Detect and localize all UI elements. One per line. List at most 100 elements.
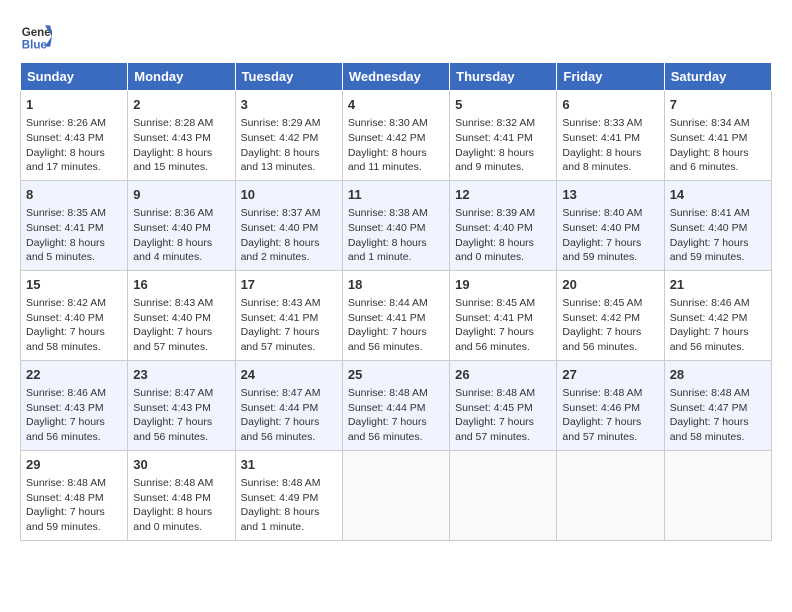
calendar-cell: 9Sunrise: 8:36 AMSunset: 4:40 PMDaylight… (128, 180, 235, 270)
day-number: 14 (670, 186, 766, 204)
day-info: Sunset: 4:43 PM (26, 131, 122, 146)
logo: General Blue (20, 20, 56, 52)
logo-icon: General Blue (20, 20, 52, 52)
day-number: 24 (241, 366, 337, 384)
calendar-cell: 18Sunrise: 8:44 AMSunset: 4:41 PMDayligh… (342, 270, 449, 360)
day-number: 31 (241, 456, 337, 474)
day-number: 25 (348, 366, 444, 384)
day-info: Daylight: 8 hours and 17 minutes. (26, 146, 122, 175)
day-info: Daylight: 7 hours and 56 minutes. (455, 325, 551, 354)
calendar-cell: 14Sunrise: 8:41 AMSunset: 4:40 PMDayligh… (664, 180, 771, 270)
day-info: Sunset: 4:41 PM (562, 131, 658, 146)
calendar-cell (342, 450, 449, 540)
day-info: Sunrise: 8:35 AM (26, 206, 122, 221)
calendar-cell: 20Sunrise: 8:45 AMSunset: 4:42 PMDayligh… (557, 270, 664, 360)
day-info: Sunrise: 8:39 AM (455, 206, 551, 221)
day-info: Sunrise: 8:33 AM (562, 116, 658, 131)
calendar-cell: 12Sunrise: 8:39 AMSunset: 4:40 PMDayligh… (450, 180, 557, 270)
day-info: Sunset: 4:41 PM (26, 221, 122, 236)
calendar-cell: 24 Sunrise: 8:47 AMSunset: 4:44 PMDayligh… (235, 360, 342, 450)
day-info: Daylight: 7 hours and 56 minutes. (562, 325, 658, 354)
calendar-table: SundayMondayTuesdayWednesdayThursdayFrid… (20, 62, 772, 541)
col-header-friday: Friday (557, 63, 664, 91)
day-info: Sunset: 4:41 PM (670, 131, 766, 146)
calendar-cell: 29Sunrise: 8:48 AMSunset: 4:48 PMDayligh… (21, 450, 128, 540)
day-info: Sunrise: 8:48 AM (133, 476, 229, 491)
day-info: Sunrise: 8:32 AM (455, 116, 551, 131)
day-info: Sunrise: 8:44 AM (348, 296, 444, 311)
day-info: Sunset: 4:43 PM (133, 131, 229, 146)
day-info: Sunrise: 8:48 AM (241, 476, 337, 491)
calendar-cell: 25Sunrise: 8:48 AMSunset: 4:44 PMDayligh… (342, 360, 449, 450)
day-info: Sunrise: 8:41 AM (670, 206, 766, 221)
day-info: Sunrise: 8:30 AM (348, 116, 444, 131)
calendar-cell: 16Sunrise: 8:43 AMSunset: 4:40 PMDayligh… (128, 270, 235, 360)
calendar-week-5: 29Sunrise: 8:48 AMSunset: 4:48 PMDayligh… (21, 450, 772, 540)
day-number: 29 (26, 456, 122, 474)
day-number: 30 (133, 456, 229, 474)
day-info: Daylight: 7 hours and 56 minutes. (133, 415, 229, 444)
day-info: Daylight: 7 hours and 57 minutes. (241, 325, 337, 354)
day-info: Sunset: 4:43 PM (26, 401, 122, 416)
day-info: Daylight: 7 hours and 59 minutes. (26, 505, 122, 534)
day-info: Daylight: 7 hours and 56 minutes. (26, 415, 122, 444)
calendar-cell: 22Sunrise: 8:46 AMSunset: 4:43 PMDayligh… (21, 360, 128, 450)
day-info: Sunrise: 8:48 AM (455, 386, 551, 401)
day-info: Daylight: 8 hours and 11 minutes. (348, 146, 444, 175)
col-header-thursday: Thursday (450, 63, 557, 91)
calendar-cell: 21Sunrise: 8:46 AMSunset: 4:42 PMDayligh… (664, 270, 771, 360)
day-info: Daylight: 7 hours and 57 minutes. (455, 415, 551, 444)
col-header-saturday: Saturday (664, 63, 771, 91)
day-info: Sunset: 4:41 PM (455, 311, 551, 326)
day-info: Sunset: 4:40 PM (670, 221, 766, 236)
day-info: Sunset: 4:40 PM (26, 311, 122, 326)
day-info: Sunrise: 8:47 AM (241, 386, 337, 401)
day-info: Sunrise: 8:36 AM (133, 206, 229, 221)
day-number: 7 (670, 96, 766, 114)
day-number: 26 (455, 366, 551, 384)
day-info: Daylight: 7 hours and 56 minutes. (348, 325, 444, 354)
calendar-cell: 2 Sunrise: 8:28 AMSunset: 4:43 PMDaylight… (128, 91, 235, 181)
day-number: 18 (348, 276, 444, 294)
calendar-header: SundayMondayTuesdayWednesdayThursdayFrid… (21, 63, 772, 91)
day-number: 2 (133, 96, 229, 114)
day-info: Sunrise: 8:40 AM (562, 206, 658, 221)
day-info: Sunset: 4:40 PM (455, 221, 551, 236)
day-number: 8 (26, 186, 122, 204)
calendar-cell: 19Sunrise: 8:45 AMSunset: 4:41 PMDayligh… (450, 270, 557, 360)
calendar-cell: 1Sunrise: 8:26 AMSunset: 4:43 PMDaylight… (21, 91, 128, 181)
day-info: Daylight: 7 hours and 58 minutes. (26, 325, 122, 354)
calendar-cell: 11Sunrise: 8:38 AMSunset: 4:40 PMDayligh… (342, 180, 449, 270)
day-info: Sunrise: 8:45 AM (455, 296, 551, 311)
calendar-week-3: 15Sunrise: 8:42 AMSunset: 4:40 PMDayligh… (21, 270, 772, 360)
day-number: 3 (241, 96, 337, 114)
day-info: Daylight: 8 hours and 6 minutes. (670, 146, 766, 175)
header-row: SundayMondayTuesdayWednesdayThursdayFrid… (21, 63, 772, 91)
day-info: Sunset: 4:40 PM (133, 311, 229, 326)
calendar-cell (557, 450, 664, 540)
day-info: Daylight: 8 hours and 15 minutes. (133, 146, 229, 175)
day-info: Sunrise: 8:38 AM (348, 206, 444, 221)
day-info: Daylight: 7 hours and 56 minutes. (241, 415, 337, 444)
calendar-cell (450, 450, 557, 540)
calendar-cell: 15Sunrise: 8:42 AMSunset: 4:40 PMDayligh… (21, 270, 128, 360)
calendar-week-2: 8Sunrise: 8:35 AMSunset: 4:41 PMDaylight… (21, 180, 772, 270)
calendar-cell: 5Sunrise: 8:32 AMSunset: 4:41 PMDaylight… (450, 91, 557, 181)
day-info: Daylight: 8 hours and 8 minutes. (562, 146, 658, 175)
day-info: Daylight: 8 hours and 13 minutes. (241, 146, 337, 175)
svg-text:Blue: Blue (22, 39, 48, 51)
col-header-wednesday: Wednesday (342, 63, 449, 91)
day-number: 12 (455, 186, 551, 204)
day-info: Sunrise: 8:28 AM (133, 116, 229, 131)
day-info: Daylight: 8 hours and 1 minute. (241, 505, 337, 534)
calendar-cell: 31Sunrise: 8:48 AMSunset: 4:49 PMDayligh… (235, 450, 342, 540)
day-number: 22 (26, 366, 122, 384)
day-number: 15 (26, 276, 122, 294)
day-info: Sunset: 4:47 PM (670, 401, 766, 416)
day-info: Sunset: 4:44 PM (241, 401, 337, 416)
day-number: 21 (670, 276, 766, 294)
day-number: 6 (562, 96, 658, 114)
calendar-cell: 26Sunrise: 8:48 AMSunset: 4:45 PMDayligh… (450, 360, 557, 450)
calendar-cell (664, 450, 771, 540)
calendar-cell: 3Sunrise: 8:29 AMSunset: 4:42 PMDaylight… (235, 91, 342, 181)
